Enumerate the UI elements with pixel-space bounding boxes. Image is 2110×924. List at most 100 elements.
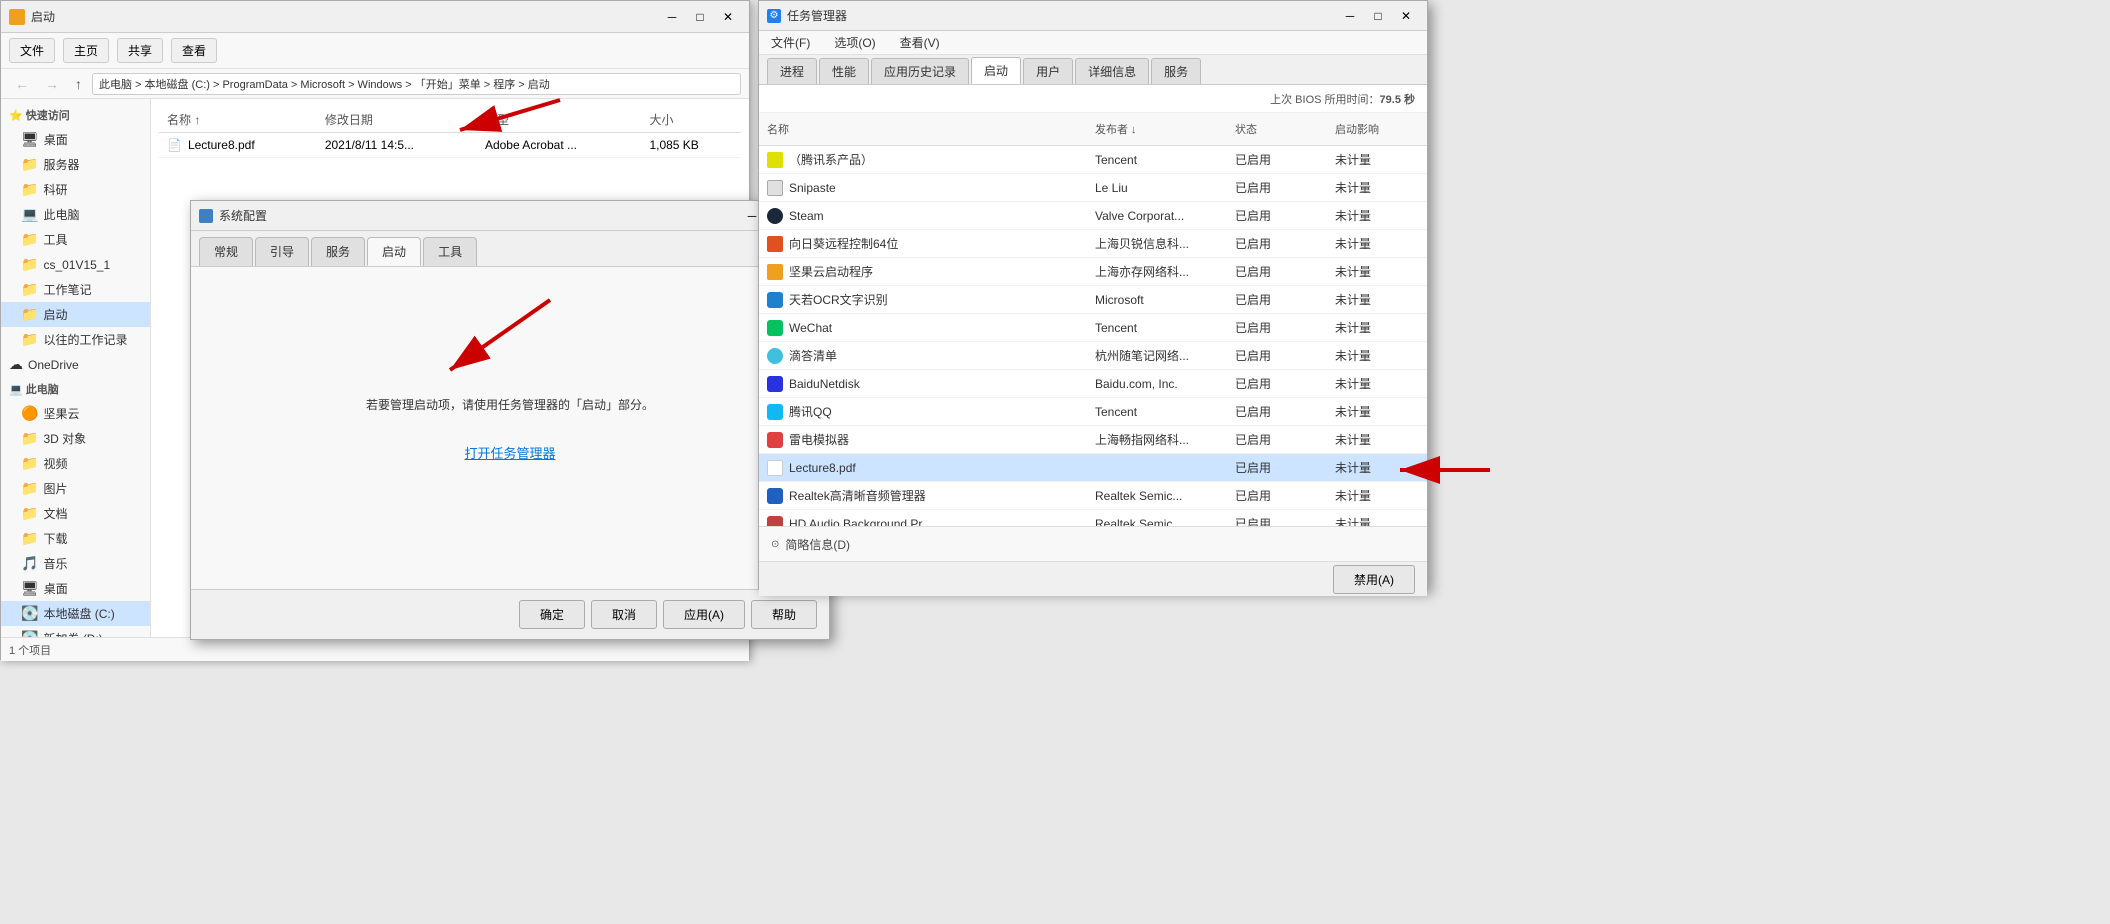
- table-row[interactable]: HD Audio Background Pr... Realtek Semic.…: [759, 510, 1427, 526]
- sidebar-item-cdrive[interactable]: 💽本地磁盘 (C:): [1, 601, 150, 626]
- app-status: 已启用: [1227, 230, 1327, 257]
- table-row[interactable]: Steam Valve Corporat... 已启用 未计量: [759, 202, 1427, 230]
- app-impact: 未计量: [1327, 482, 1427, 509]
- taskmgr-maximize-button[interactable]: □: [1365, 5, 1391, 27]
- tab-performance[interactable]: 性能: [819, 58, 869, 84]
- sidebar-item-pictures[interactable]: 📁图片: [1, 476, 150, 501]
- tab-startup[interactable]: 启动: [367, 237, 421, 266]
- tab-services[interactable]: 服务: [1151, 58, 1201, 84]
- tab-tools[interactable]: 工具: [423, 237, 477, 266]
- nav-back-button[interactable]: ←: [9, 74, 35, 94]
- taskmgr-close-button[interactable]: ✕: [1393, 5, 1419, 27]
- tab-services[interactable]: 服务: [311, 237, 365, 266]
- table-row[interactable]: 滴答清单 杭州随笔记网络... 已启用 未计量: [759, 342, 1427, 370]
- sidebar-item-research[interactable]: 📁科研: [1, 177, 150, 202]
- app-icon: [767, 180, 783, 196]
- col-size[interactable]: 大小: [641, 107, 741, 133]
- toolbar-home-button[interactable]: 主页: [63, 38, 109, 63]
- menu-file[interactable]: 文件(F): [767, 32, 814, 53]
- col-name[interactable]: 名称 ↑: [159, 107, 317, 133]
- sidebar-item-desktop2[interactable]: 🖥桌面: [1, 576, 150, 601]
- sysconfig-titlebar: 系统配置 ─ □ ✕: [191, 201, 829, 231]
- sysconfig-ok-button[interactable]: 确定: [519, 600, 585, 629]
- app-name: Lecture8.pdf: [789, 461, 856, 475]
- open-taskmgr-link[interactable]: 打开任务管理器: [464, 441, 555, 467]
- sysconfig-cancel-button[interactable]: 取消: [591, 600, 657, 629]
- sidebar-item-downloads[interactable]: 📁下载: [1, 526, 150, 551]
- table-row[interactable]: WeChat Tencent 已启用 未计量: [759, 314, 1427, 342]
- sidebar-item-onedrive[interactable]: ☁OneDrive: [1, 352, 150, 377]
- sidebar-group-thispc: 💻 此电脑: [1, 377, 150, 401]
- toolbar-view-button[interactable]: 查看: [171, 38, 217, 63]
- app-publisher: Microsoft: [1087, 288, 1227, 312]
- sidebar-item-cs[interactable]: 📁cs_01V15_1: [1, 252, 150, 277]
- app-impact: 未计量: [1327, 426, 1427, 453]
- taskmgr-minimize-button[interactable]: ─: [1337, 5, 1363, 27]
- col-publisher-header[interactable]: 发布者 ↓: [1087, 117, 1227, 141]
- sidebar-item-music[interactable]: 🎵音乐: [1, 551, 150, 576]
- menu-options[interactable]: 选项(O): [830, 32, 879, 53]
- sidebar-item-3d[interactable]: 📁3D 对象: [1, 426, 150, 451]
- disable-button[interactable]: 禁用(A): [1333, 565, 1415, 594]
- toolbar-file-button[interactable]: 文件: [9, 38, 55, 63]
- file-table: 名称 ↑ 修改日期 类型 大小 📄Lecture8.pdf 2021/8/11 …: [159, 107, 741, 158]
- table-row[interactable]: 腾讯QQ Tencent 已启用 未计量: [759, 398, 1427, 426]
- tab-boot[interactable]: 引导: [255, 237, 309, 266]
- tab-details[interactable]: 详细信息: [1075, 58, 1149, 84]
- explorer-maximize-button[interactable]: □: [687, 6, 713, 28]
- app-status: 已启用: [1227, 342, 1327, 369]
- sidebar-item-desktop[interactable]: 🖥桌面: [1, 127, 150, 152]
- tab-startup-tm[interactable]: 启动: [971, 57, 1021, 84]
- breadcrumb[interactable]: 此电脑 > 本地磁盘 (C:) > ProgramData > Microsof…: [92, 73, 741, 95]
- taskmgr-statusbar: ⊙ 简略信息(D): [759, 526, 1427, 561]
- tab-general[interactable]: 常规: [199, 237, 253, 266]
- explorer-close-button[interactable]: ✕: [715, 6, 741, 28]
- sysconfig-apply-button[interactable]: 应用(A): [663, 600, 745, 629]
- nav-forward-button[interactable]: →: [39, 74, 65, 94]
- sidebar-item-ddrive[interactable]: 💽新加卷 (D:): [1, 626, 150, 637]
- sidebar-item-notes[interactable]: 📁工作笔记: [1, 277, 150, 302]
- sidebar-item-history[interactable]: 📁以往的工作记录: [1, 327, 150, 352]
- table-row[interactable]: 向日葵远程控制64位 上海贝锐信息科... 已启用 未计量: [759, 230, 1427, 258]
- expand-icon[interactable]: ⊙: [771, 539, 779, 550]
- col-date[interactable]: 修改日期: [317, 107, 477, 133]
- sidebar-item-video[interactable]: 📁视频: [1, 451, 150, 476]
- sidebar-item-jianguoyun[interactable]: 🟠坚果云: [1, 401, 150, 426]
- table-row[interactable]: （腾讯系产品） Tencent 已启用 未计量: [759, 146, 1427, 174]
- table-row[interactable]: 天若OCR文字识别 Microsoft 已启用 未计量: [759, 286, 1427, 314]
- table-row[interactable]: 📄Lecture8.pdf 2021/8/11 14:5... Adobe Ac…: [159, 133, 741, 158]
- app-impact: 未计量: [1327, 370, 1427, 397]
- col-impact-header[interactable]: 启动影响: [1327, 117, 1427, 141]
- app-impact: 未计量: [1327, 286, 1427, 313]
- sidebar-item-tools[interactable]: 📁工具: [1, 227, 150, 252]
- file-date: 2021/8/11 14:5...: [317, 133, 477, 158]
- table-row[interactable]: Snipaste Le Liu 已启用 未计量: [759, 174, 1427, 202]
- col-status-header[interactable]: 状态: [1227, 117, 1327, 141]
- statusbar-label[interactable]: 简略信息(D): [785, 536, 850, 553]
- menu-view[interactable]: 查看(V): [896, 32, 944, 53]
- tab-users[interactable]: 用户: [1023, 58, 1073, 84]
- table-row[interactable]: 雷电模拟器 上海畅指网络科... 已启用 未计量: [759, 426, 1427, 454]
- nav-up-button[interactable]: ↑: [69, 74, 88, 94]
- col-name-header[interactable]: 名称: [759, 117, 1087, 141]
- app-impact: 未计量: [1327, 454, 1427, 481]
- sidebar-item-startup[interactable]: 📁启动: [1, 302, 150, 327]
- app-name: Steam: [789, 209, 824, 223]
- sidebar-item-docs[interactable]: 📁文档: [1, 501, 150, 526]
- explorer-window-controls: ─ □ ✕: [659, 6, 741, 28]
- toolbar-share-button[interactable]: 共享: [117, 38, 163, 63]
- sidebar-item-thispc[interactable]: 💻此电脑: [1, 202, 150, 227]
- app-icon: [767, 208, 783, 224]
- tab-app-history[interactable]: 应用历史记录: [871, 58, 969, 84]
- explorer-minimize-button[interactable]: ─: [659, 6, 685, 28]
- sysconfig-help-button[interactable]: 帮助: [751, 600, 817, 629]
- table-row-selected[interactable]: Lecture8.pdf 已启用 未计量: [759, 454, 1427, 482]
- app-publisher: 杭州随笔记网络...: [1087, 342, 1227, 369]
- taskmgr-list[interactable]: （腾讯系产品） Tencent 已启用 未计量 Snipaste Le Liu …: [759, 146, 1427, 526]
- tab-processes[interactable]: 进程: [767, 58, 817, 84]
- table-row[interactable]: BaiduNetdisk Baidu.com, Inc. 已启用 未计量: [759, 370, 1427, 398]
- table-row[interactable]: Realtek高清晰音频管理器 Realtek Semic... 已启用 未计量: [759, 482, 1427, 510]
- table-row[interactable]: 坚果云启动程序 上海亦存网络科... 已启用 未计量: [759, 258, 1427, 286]
- sidebar-item-server[interactable]: 📁服务器: [1, 152, 150, 177]
- col-type[interactable]: 类型: [477, 107, 642, 133]
